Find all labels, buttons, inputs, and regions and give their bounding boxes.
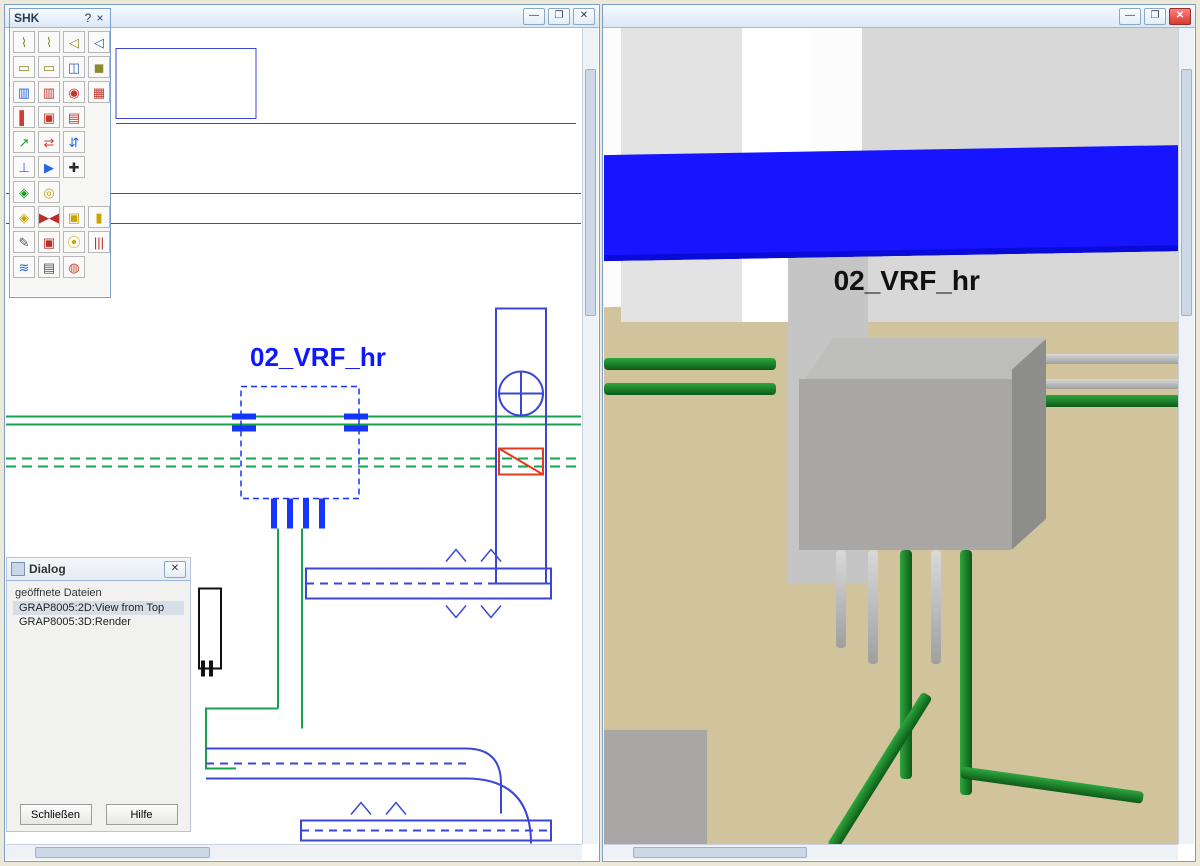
tool-32[interactable]: ▮ bbox=[88, 206, 110, 228]
tool-12[interactable]: ▦ bbox=[88, 81, 110, 103]
minimize-button-2d[interactable]: — bbox=[523, 8, 545, 25]
tool-18[interactable]: ⇄ bbox=[38, 131, 60, 153]
open-file-row[interactable]: GRAP8005:3D:Render bbox=[13, 615, 184, 629]
minimize-icon: — bbox=[529, 11, 539, 21]
window-3d-view: — ❐ ✕ 02_VRF_hr bbox=[602, 4, 1196, 862]
dialog-close-x[interactable]: ✕ bbox=[164, 561, 186, 578]
dialog-open-files: Dialog ✕ geöffnete Dateien GRAP8005:2D:V… bbox=[6, 557, 191, 832]
close-icon: ✕ bbox=[1176, 11, 1184, 21]
tool-36[interactable]: ||| bbox=[88, 231, 110, 253]
equipment-box bbox=[604, 730, 707, 844]
titlebar-3d[interactable]: — ❐ ✕ bbox=[603, 5, 1195, 28]
tool-03[interactable]: ◁ bbox=[63, 31, 85, 53]
tool-25[interactable]: ◈ bbox=[13, 181, 35, 203]
tool-30[interactable]: ▶◀ bbox=[38, 206, 60, 228]
scroll-thumb-h[interactable] bbox=[633, 847, 807, 858]
toolbox-grid: ⌇⌇◁◁▭▭◫◼▥▥◉▦▌▣▤↗⇄⇵⊥▶✚◈◎◈▶◀▣▮✎▣⦿|||≋▤◍ bbox=[13, 31, 107, 278]
scrollbar-vertical-2d[interactable] bbox=[582, 28, 598, 844]
scroll-thumb-h[interactable] bbox=[35, 847, 210, 858]
stub-1 bbox=[836, 550, 846, 648]
tool-17[interactable]: ↗ bbox=[13, 131, 35, 153]
tool-07[interactable]: ◫ bbox=[63, 56, 85, 78]
dialog-help-button[interactable]: Hilfe bbox=[106, 804, 178, 825]
minimize-icon: — bbox=[1125, 11, 1135, 21]
tool-08[interactable]: ◼ bbox=[88, 56, 110, 78]
tool-35[interactable]: ⦿ bbox=[63, 231, 85, 253]
close-icon: ✕ bbox=[171, 564, 179, 574]
toolbox-title: SHK bbox=[14, 11, 82, 25]
dialog-icon bbox=[11, 562, 25, 576]
maximize-button-3d[interactable]: ❐ bbox=[1144, 8, 1166, 25]
tool-37[interactable]: ≋ bbox=[13, 256, 35, 278]
close-button-2d[interactable]: ✕ bbox=[573, 8, 595, 25]
toolbox-close-button[interactable]: × bbox=[94, 11, 106, 25]
dialog-section-label: geöffnete Dateien bbox=[7, 581, 190, 601]
scrollbar-vertical-3d[interactable] bbox=[1178, 28, 1194, 844]
minimize-button-3d[interactable]: — bbox=[1119, 8, 1141, 25]
tool-15[interactable]: ▤ bbox=[63, 106, 85, 128]
tool-14[interactable]: ▣ bbox=[38, 106, 60, 128]
pipe-left-1 bbox=[604, 358, 776, 370]
unit-label-2d: 02_VRF_hr bbox=[250, 342, 386, 373]
tool-13[interactable]: ▌ bbox=[13, 106, 35, 128]
tool-22[interactable]: ▶ bbox=[38, 156, 60, 178]
vrf-unit-side bbox=[1012, 339, 1046, 550]
tool-29[interactable]: ◈ bbox=[13, 206, 35, 228]
scrollbar-horizontal-2d[interactable] bbox=[6, 844, 582, 860]
toolbox-help-button[interactable]: ? bbox=[82, 11, 94, 25]
close-button-3d[interactable]: ✕ bbox=[1169, 8, 1191, 25]
close-icon: ✕ bbox=[580, 11, 588, 21]
unit-label-3d: 02_VRF_hr bbox=[834, 265, 980, 297]
scroll-thumb-v[interactable] bbox=[585, 69, 596, 316]
dialog-close-button[interactable]: Schließen bbox=[20, 804, 92, 825]
tool-02[interactable]: ⌇ bbox=[38, 31, 60, 53]
stub-4 bbox=[931, 550, 941, 664]
tool-01[interactable]: ⌇ bbox=[13, 31, 35, 53]
tool-31[interactable]: ▣ bbox=[63, 206, 85, 228]
dialog-title: Dialog bbox=[29, 562, 161, 576]
scrollbar-horizontal-3d[interactable] bbox=[604, 844, 1178, 860]
tool-34[interactable]: ▣ bbox=[38, 231, 60, 253]
maximize-icon: ❐ bbox=[555, 11, 564, 21]
tool-38[interactable]: ▤ bbox=[38, 256, 60, 278]
vrf-unit-front bbox=[799, 379, 1011, 550]
tool-06[interactable]: ▭ bbox=[38, 56, 60, 78]
scroll-thumb-v[interactable] bbox=[1181, 69, 1192, 316]
blue-beam bbox=[604, 145, 1178, 262]
tool-23[interactable]: ✚ bbox=[63, 156, 85, 178]
open-file-row[interactable]: GRAP8005:2D:View from Top bbox=[13, 601, 184, 615]
tool-11[interactable]: ◉ bbox=[63, 81, 85, 103]
pipe-left-2 bbox=[604, 383, 776, 395]
toolbox-titlebar[interactable]: SHK ? × bbox=[10, 9, 110, 28]
tool-05[interactable]: ▭ bbox=[13, 56, 35, 78]
stub-2 bbox=[868, 550, 878, 664]
tool-39[interactable]: ◍ bbox=[63, 256, 85, 278]
tool-09[interactable]: ▥ bbox=[13, 81, 35, 103]
tool-04[interactable]: ◁ bbox=[88, 31, 110, 53]
maximize-button-2d[interactable]: ❐ bbox=[548, 8, 570, 25]
tool-19[interactable]: ⇵ bbox=[63, 131, 85, 153]
tool-10[interactable]: ▥ bbox=[38, 81, 60, 103]
tool-26[interactable]: ◎ bbox=[38, 181, 60, 203]
dialog-titlebar[interactable]: Dialog ✕ bbox=[7, 558, 190, 581]
canvas-3d[interactable]: 02_VRF_hr bbox=[604, 28, 1178, 844]
maximize-icon: ❐ bbox=[1151, 11, 1160, 21]
open-files-list[interactable]: GRAP8005:2D:View from TopGRAP8005:3D:Ren… bbox=[13, 601, 184, 633]
stub-5 bbox=[960, 550, 972, 795]
tool-33[interactable]: ✎ bbox=[13, 231, 35, 253]
tool-21[interactable]: ⊥ bbox=[13, 156, 35, 178]
toolbox-shk: SHK ? × ⌇⌇◁◁▭▭◫◼▥▥◉▦▌▣▤↗⇄⇵⊥▶✚◈◎◈▶◀▣▮✎▣⦿|… bbox=[9, 8, 111, 298]
